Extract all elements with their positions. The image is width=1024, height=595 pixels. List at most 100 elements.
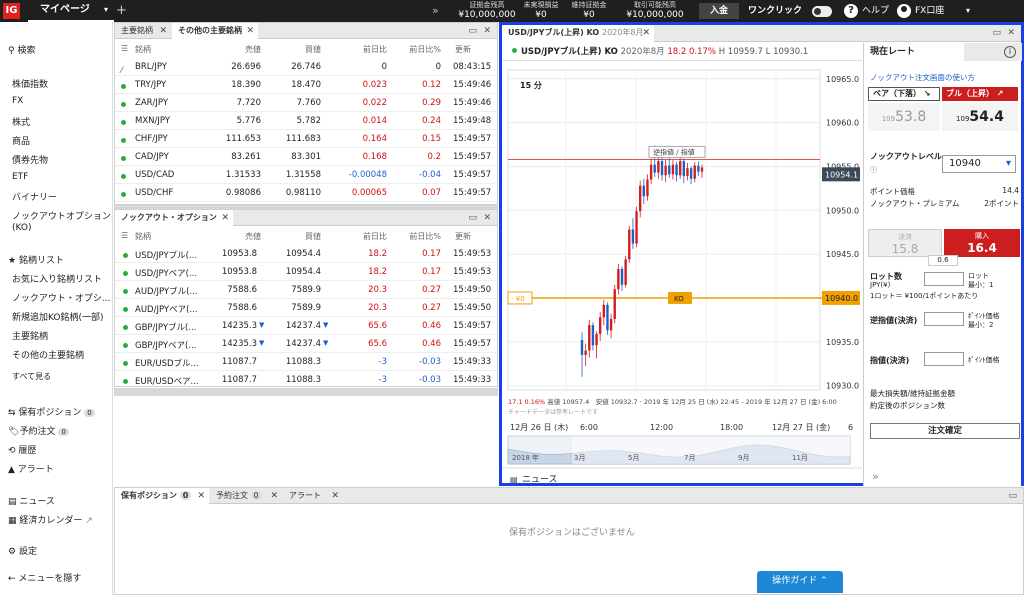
see-all-link[interactable]: すべて見る [12, 371, 51, 382]
settle-button[interactable]: 決済 15.8 [868, 229, 942, 257]
maximize-icon[interactable]: ▭ [992, 27, 1001, 39]
my-page-tab[interactable]: マイページ ▾ [28, 0, 114, 22]
sell-price[interactable]: 11087.7 [211, 375, 257, 385]
sidebar-item-fx[interactable]: FX [12, 96, 23, 106]
watchlist-new-ko[interactable]: 新規追加KO銘柄(一部) [12, 310, 104, 323]
user-icon[interactable] [897, 4, 911, 18]
watchlist-knockout[interactable]: ノックアウト・オプシ... [12, 291, 110, 304]
sell-price[interactable]: 5.776 [215, 116, 261, 126]
sidebar-news[interactable]: ▤ ニュース [8, 494, 55, 507]
table-row[interactable]: CAD/JPY 83.261 83.301 0.168 0.2 15:49:57 [115, 148, 497, 166]
account-selector[interactable]: FX口座 [915, 0, 944, 22]
table-row[interactable]: USD/JPYブル(... 10953.8 10954.4 18.2 0.17 15:49… [115, 245, 497, 263]
price-chart[interactable]: 10965.010960.010955.010950.010945.010940… [502, 62, 862, 486]
sell-price[interactable]: 10953.8 [211, 267, 257, 277]
table-row[interactable]: USD/JPYベア(... 10953.8 10954.4 18.2 0.17 15:49… [115, 263, 497, 281]
collapse-icon[interactable]: » [872, 470, 879, 483]
table-row[interactable]: GBP/JPYブル(... 14235.3 ▼ 14237.4 ▼ 65.6 0.46 15:… [115, 317, 497, 335]
sell-price[interactable]: 7.720 [215, 98, 261, 108]
guide-button[interactable]: 操作ガイド ⌃ [757, 571, 843, 593]
buy-price[interactable]: 14237.4 [271, 321, 321, 331]
stop-input[interactable] [924, 312, 964, 326]
sidebar-item-etf[interactable]: ETF [12, 172, 28, 182]
limit-input[interactable] [924, 352, 964, 366]
sidebar-orders[interactable]: 🏷予約注文 0 [8, 424, 69, 437]
tab-current-rate[interactable]: 現在レート [864, 43, 964, 61]
table-row[interactable]: ⁄ BRL/JPY 26.696 26.746 0 0 08:43:15 [115, 58, 497, 76]
table-row[interactable]: EUR/USDベア... 11087.7 11088.3 -3 -0.03 15:49:3… [115, 371, 497, 386]
tab-orders[interactable]: 予約注文 0 ✕ [210, 488, 282, 504]
how-to-link[interactable]: ノックアウト注文画面の使い方 [870, 72, 975, 83]
help-label[interactable]: ヘルプ [862, 0, 889, 22]
double-chevron-icon[interactable]: » [432, 0, 439, 22]
close-icon[interactable]: ✕ [483, 212, 491, 224]
buy-price[interactable]: 83.301 [275, 152, 321, 162]
bear-button[interactable]: ベア（下落） ↘ [868, 87, 940, 101]
sidebar-item-bonds[interactable]: 債券先物 [12, 153, 48, 166]
add-page-button[interactable]: + [116, 0, 128, 22]
close-icon[interactable]: ✕ [1007, 27, 1015, 39]
sidebar-alerts[interactable]: ▲ アラート [8, 462, 54, 475]
deposit-button[interactable]: 入金 [699, 3, 739, 19]
buy-price[interactable]: 7.760 [275, 98, 321, 108]
close-icon[interactable]: ✕ [483, 25, 491, 37]
sidebar-item-stocks[interactable]: 株式 [12, 115, 30, 128]
buy-price[interactable]: 7589.9 [271, 303, 321, 313]
sidebar-item-index[interactable]: 株価指数 [12, 77, 48, 90]
table-row[interactable]: EUR/USDブル... 11087.7 11088.3 -3 -0.03 15:49:3… [115, 353, 497, 371]
help-icon[interactable]: ? [844, 4, 858, 18]
sell-price[interactable]: 18.390 [215, 80, 261, 90]
tab-major[interactable]: 主要銘柄 ✕ [115, 23, 171, 39]
info-icon[interactable]: i [1004, 46, 1016, 58]
table-row[interactable]: CHF/JPY 111.653 111.683 0.164 0.15 15:49:57 [115, 130, 497, 148]
buy-price[interactable]: 10954.4 [271, 267, 321, 277]
table-row[interactable]: ZAR/JPY 7.720 7.760 0.022 0.29 15:49:46 [115, 94, 497, 112]
confirm-order-button[interactable]: 注文確定 [870, 423, 1020, 439]
ko-level-select[interactable]: 10940 ▾ [942, 155, 1016, 173]
sell-price[interactable]: 111.653 [215, 134, 261, 144]
bear-price[interactable]: 10953.8 [868, 103, 940, 131]
bull-price[interactable]: 10954.4 [942, 103, 1018, 131]
table-row[interactable]: AUD/JPYブル(... 7588.6 7589.9 20.3 0.27 15:49:5… [115, 281, 497, 299]
sidebar-positions[interactable]: ⇆ 保有ポジション 0 [8, 405, 95, 418]
sell-price[interactable]: 11087.7 [211, 357, 257, 367]
sidebar-item-knockout[interactable]: ノックアウトオプション [12, 209, 111, 222]
bull-button[interactable]: ブル（上昇） ↗ [942, 87, 1018, 101]
buy-price[interactable]: 111.683 [275, 134, 321, 144]
navigator-window[interactable] [572, 436, 850, 464]
buy-price[interactable]: 0.98110 [275, 188, 321, 198]
table-row[interactable]: AUD/JPYベア(... 7588.6 7589.9 20.3 0.27 15:49:5… [115, 299, 497, 317]
table-row[interactable]: USD/CHF 0.98086 0.98110 0.00065 0.07 15:49:57 [115, 184, 497, 202]
sell-price[interactable]: 26.696 [215, 62, 261, 72]
oneclick-toggle[interactable] [812, 6, 832, 17]
maximize-icon[interactable]: ▭ [1008, 490, 1017, 502]
tab-alerts[interactable]: アラート ✕ [283, 488, 343, 504]
sidebar-history[interactable]: ⟲ 履歴 [8, 443, 36, 456]
maximize-icon[interactable]: ▭ [468, 212, 477, 224]
sell-price[interactable]: 83.261 [215, 152, 261, 162]
buy-price[interactable]: 7589.9 [271, 285, 321, 295]
table-row[interactable]: TRY/JPY 18.390 18.470 0.023 0.12 15:49:46 [115, 76, 497, 94]
buy-price[interactable]: 5.782 [275, 116, 321, 126]
tab-knockout[interactable]: ノックアウト・オプション ✕ [115, 210, 233, 226]
sell-price[interactable]: 10953.8 [211, 249, 257, 259]
buy-price[interactable]: 18.470 [275, 80, 321, 90]
sidebar-item-commodities[interactable]: 商品 [12, 134, 30, 147]
table-row[interactable]: MXN/JPY 5.776 5.782 0.014 0.24 15:49:48 [115, 112, 497, 130]
sell-price[interactable]: 0.98086 [215, 188, 261, 198]
lot-input[interactable] [924, 272, 964, 286]
buy-price[interactable]: 26.746 [275, 62, 321, 72]
buy-price[interactable]: 1.31558 [275, 170, 321, 180]
buy-button[interactable]: 購入 16.4 [944, 229, 1020, 257]
tab-chart[interactable]: USD/JPYブル(上昇) KO 2020年8月 ✕ [502, 25, 654, 42]
sell-price[interactable]: 1.31533 [215, 170, 261, 180]
buy-price[interactable]: 11088.3 [271, 357, 321, 367]
buy-price[interactable]: 14237.4 [271, 339, 321, 349]
sidebar-item-binary[interactable]: バイナリー [12, 190, 57, 203]
hide-menu-button[interactable]: ← メニューを隠す [8, 571, 81, 584]
chevron-down-icon[interactable]: ▾ [966, 0, 970, 22]
watchlist-heading[interactable]: ★ 銘柄リスト [8, 253, 64, 266]
sidebar-item-knockout-sub[interactable]: (KO) [12, 223, 32, 233]
table-row[interactable]: GBP/JPYベア(... 14235.3 ▼ 14237.4 ▼ 65.6 0.46 15:… [115, 335, 497, 353]
watchlist-other-major[interactable]: その他の主要銘柄 [12, 348, 84, 361]
